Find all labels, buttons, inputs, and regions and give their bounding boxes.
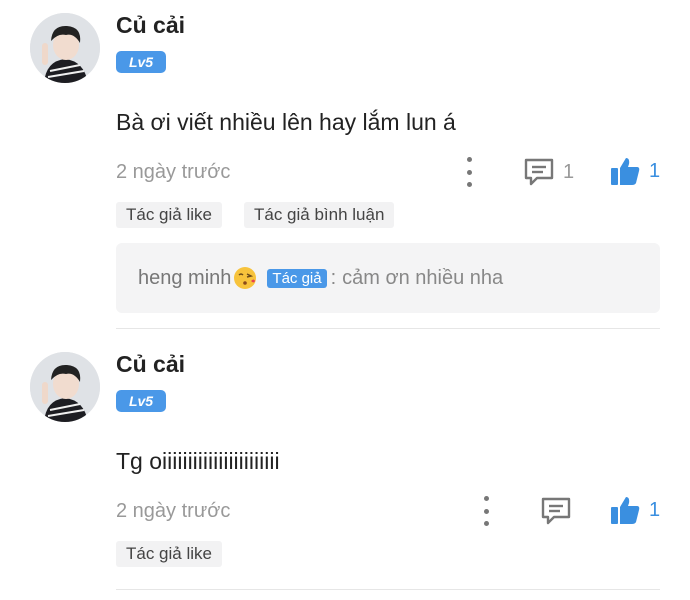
tag-author-liked: Tác giả like — [116, 202, 222, 228]
reply-button[interactable]: 1 — [523, 157, 574, 187]
author-badge: Tác giả — [267, 268, 327, 288]
more-options-button[interactable] — [463, 157, 475, 187]
reply-button[interactable] — [540, 496, 572, 526]
comment-icon — [541, 497, 571, 525]
comment-text: Bà ơi viết nhiều lên hay lắm lun á — [116, 109, 456, 135]
like-count: 1 — [649, 498, 661, 521]
comment-time: 2 ngày trước — [116, 161, 231, 183]
divider — [116, 589, 660, 590]
avatar[interactable] — [30, 13, 100, 83]
reply-text: cảm ơn nhiều nha — [342, 266, 504, 289]
reply-box[interactable]: heng minh Tác giả : cảm ơn nhiều nha — [116, 243, 660, 313]
username[interactable]: Củ cải — [116, 351, 185, 378]
reply-author[interactable]: heng minh — [138, 267, 231, 290]
divider — [116, 328, 660, 329]
username[interactable]: Củ cải — [116, 12, 185, 39]
tags-row: Tác giả like Tác giả bình luận — [116, 202, 395, 228]
tag-author-liked: Tác giả like — [116, 541, 222, 567]
reply-separator: : — [330, 266, 337, 289]
kissing-face-emoji — [234, 267, 257, 289]
level-badge: Lv5 — [116, 51, 166, 73]
comment-time: 2 ngày trước — [116, 500, 231, 522]
tag-author-commented: Tác giả bình luận — [243, 202, 395, 228]
comment-icon — [524, 158, 554, 186]
like-button[interactable]: 1 — [609, 494, 660, 526]
avatar[interactable] — [30, 352, 100, 422]
comment-text: Tg oiiiiiiiiiiiiiiiiiiiiiii — [116, 448, 280, 474]
thumbs-up-icon — [611, 158, 640, 185]
like-button[interactable]: 1 — [609, 155, 660, 187]
reply-count: 1 — [563, 160, 575, 183]
tags-row: Tác giả like — [116, 541, 222, 567]
more-vertical-icon — [466, 157, 472, 162]
thumbs-up-icon — [611, 497, 640, 524]
level-badge: Lv5 — [116, 390, 166, 412]
like-count: 1 — [649, 159, 661, 182]
more-vertical-icon — [483, 496, 489, 501]
more-options-button[interactable] — [480, 496, 492, 526]
